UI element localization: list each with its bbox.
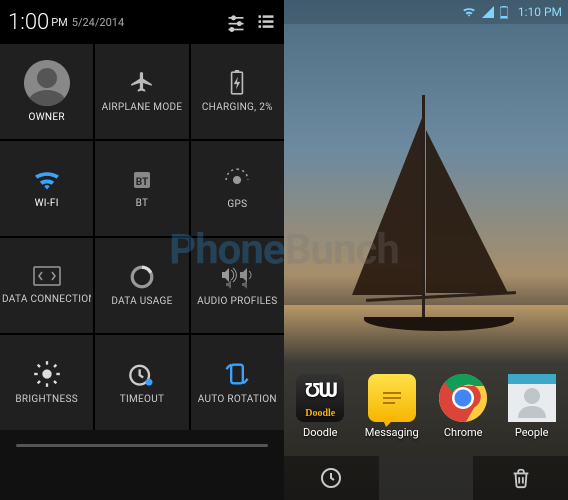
app-label: Chrome <box>444 426 483 439</box>
audio-profiles-icon <box>220 264 254 290</box>
airplane-icon <box>129 70 155 96</box>
quick-settings-screen: 1:00 PM 5/24/2014 <box>0 0 284 500</box>
tile-gps[interactable]: GPS <box>191 141 284 236</box>
tile-label: OWNER <box>29 112 65 123</box>
slider-track <box>16 444 268 447</box>
tile-data-connection[interactable]: DATA CONNECTION <box>0 238 93 333</box>
wifi-status-icon <box>462 6 476 18</box>
tile-label: BT <box>136 198 149 209</box>
app-messaging[interactable]: Messaging <box>365 374 419 439</box>
tile-airplane-mode[interactable]: AIRPLANE MODE <box>95 44 188 139</box>
timeout-icon <box>128 360 156 388</box>
tile-wifi[interactable]: WI-FI <box>0 141 93 236</box>
home-screen: 1:10 PM ƱѠDoodle Doodle Messaging Chrome <box>284 0 568 500</box>
tile-battery[interactable]: CHARGING, 2% <box>191 44 284 139</box>
tile-label: AUDIO PROFILES <box>197 296 277 307</box>
tile-label: BRIGHTNESS <box>15 394 78 405</box>
app-people[interactable]: People <box>508 374 556 439</box>
tile-label: DATA USAGE <box>111 296 172 307</box>
qs-ampm: PM <box>51 16 68 29</box>
brightness-icon <box>33 360 61 388</box>
doodle-icon: ƱѠDoodle <box>296 374 344 422</box>
wallpaper-sailboat <box>326 95 526 335</box>
gps-icon <box>224 167 250 193</box>
messaging-icon <box>368 374 416 422</box>
app-doodle[interactable]: ƱѠDoodle Doodle <box>296 374 344 439</box>
app-label: People <box>515 426 549 439</box>
tile-label: AUTO ROTATION <box>198 394 277 405</box>
tile-label: DATA CONNECTION <box>2 294 91 305</box>
svg-text:BT: BT <box>136 177 148 188</box>
tile-label: AIRPLANE MODE <box>102 102 183 113</box>
tile-data-usage[interactable]: DATA USAGE <box>95 238 188 333</box>
qs-tile-grid: OWNER AIRPLANE MODE CHARGING, 2% WI-FI <box>0 44 284 430</box>
data-usage-icon <box>129 264 155 290</box>
tile-owner[interactable]: OWNER <box>0 44 93 139</box>
tile-label: GPS <box>227 199 247 210</box>
bluetooth-icon: BT <box>130 168 154 192</box>
app-label: Doodle <box>303 426 337 439</box>
qs-time: 1:00 <box>8 10 49 35</box>
tile-auto-rotation[interactable]: AUTO ROTATION <box>191 335 284 430</box>
auto-rotation-icon <box>223 360 251 388</box>
qs-brightness-slider[interactable] <box>0 430 284 460</box>
battery-status-icon <box>500 6 508 19</box>
list-icon[interactable] <box>256 12 276 32</box>
signal-status-icon <box>482 6 494 18</box>
people-icon <box>508 374 556 422</box>
app-label: Messaging <box>365 426 419 439</box>
hs-status-bar: 1:10 PM <box>284 0 568 24</box>
data-connection-icon <box>33 266 61 288</box>
recent-apps-button[interactable] <box>284 456 379 500</box>
app-dock: ƱѠDoodle Doodle Messaging Chrome <box>284 360 568 452</box>
chrome-icon <box>439 374 487 422</box>
nav-separator <box>379 456 474 500</box>
wifi-icon <box>32 168 62 192</box>
hs-time: 1:10 PM <box>518 5 562 19</box>
app-chrome[interactable]: Chrome <box>439 374 487 439</box>
tile-label: TIMEOUT <box>120 394 165 405</box>
tile-timeout[interactable]: TIMEOUT <box>95 335 188 430</box>
sliders-icon[interactable] <box>226 12 246 32</box>
home-bottom-bar <box>284 456 568 500</box>
avatar-icon <box>24 60 70 106</box>
qs-status-bar: 1:00 PM 5/24/2014 <box>0 0 284 44</box>
battery-charging-icon <box>229 70 245 96</box>
tile-audio-profiles[interactable]: AUDIO PROFILES <box>191 238 284 333</box>
tile-label: CHARGING, 2% <box>202 102 273 113</box>
tile-bt[interactable]: BT BT <box>95 141 188 236</box>
trash-button[interactable] <box>473 456 568 500</box>
tile-label: WI-FI <box>35 198 59 209</box>
qs-date: 5/24/2014 <box>72 16 124 29</box>
tile-brightness[interactable]: BRIGHTNESS <box>0 335 93 430</box>
